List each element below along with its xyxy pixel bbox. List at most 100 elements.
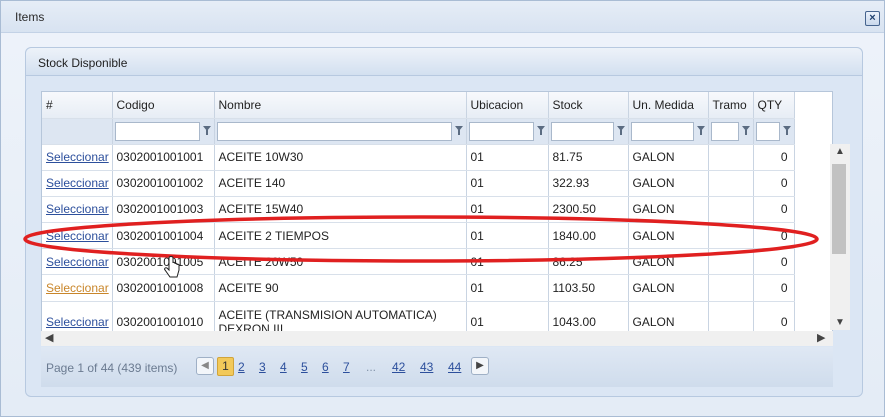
scroll-down-icon[interactable]: ▼	[835, 317, 845, 328]
filter-icon[interactable]	[454, 125, 464, 137]
cell-ubicacion: 01	[466, 248, 549, 276]
page-link-3[interactable]: 3	[259, 360, 266, 374]
filter-cell	[42, 118, 113, 145]
scroll-left-icon[interactable]: ◀	[45, 331, 53, 344]
filter-cell	[708, 118, 754, 145]
column-header[interactable]: Ubicacion	[466, 92, 549, 119]
cell-tramo	[708, 170, 754, 197]
cell-tramo	[708, 196, 754, 224]
cell-action: Seleccionar	[42, 222, 113, 250]
table-row[interactable]: Seleccionar 0302001001002 ACEITE 140 01 322.…	[42, 170, 795, 197]
cell-medida: GALON	[628, 170, 709, 197]
filter-icon[interactable]	[782, 125, 792, 137]
column-header[interactable]: #	[42, 92, 113, 119]
cell-codigo: 0302001001001	[112, 144, 215, 171]
cell-action: Seleccionar	[42, 274, 113, 302]
filter-input[interactable]	[755, 121, 780, 141]
cell-medida: GALON	[628, 274, 709, 302]
cell-action: Seleccionar	[42, 248, 113, 276]
next-page-icon[interactable]: ▶	[471, 357, 489, 375]
column-header[interactable]: Tramo	[708, 92, 754, 119]
column-header[interactable]: Stock	[548, 92, 629, 119]
vertical-scrollbar[interactable]: ▲ ▼	[830, 144, 850, 330]
page-link-44[interactable]: 44	[448, 360, 461, 374]
panel-header: Stock Disponible	[26, 48, 862, 76]
cell-stock: 1103.50	[548, 274, 629, 302]
page-link-43[interactable]: 43	[420, 360, 433, 374]
filter-cell	[548, 118, 629, 145]
page-link-5[interactable]: 5	[301, 360, 308, 374]
column-header[interactable]: QTY	[753, 92, 795, 119]
pager-info: Page 1 of 44 (439 items)	[46, 361, 178, 375]
filter-input[interactable]	[550, 121, 614, 141]
cell-stock: 322.93	[548, 170, 629, 197]
dialog-title: Items	[15, 10, 45, 24]
column-header[interactable]: Un. Medida	[628, 92, 709, 119]
cell-tramo	[708, 222, 754, 250]
cell-nombre: ACEITE 10W30	[214, 144, 467, 171]
filter-cell	[466, 118, 549, 145]
filter-input[interactable]	[710, 121, 739, 141]
cell-codigo: 0302001001004	[112, 222, 215, 250]
scroll-thumb[interactable]	[832, 164, 846, 254]
select-link[interactable]: Seleccionar	[46, 229, 109, 243]
hand-cursor-icon	[164, 256, 180, 278]
filter-icon[interactable]	[696, 125, 706, 137]
scroll-up-icon[interactable]: ▲	[835, 146, 845, 157]
cell-action: Seleccionar	[42, 144, 113, 171]
filter-input[interactable]	[216, 121, 452, 141]
cell-stock: 2300.50	[548, 196, 629, 224]
select-link[interactable]: Seleccionar	[46, 255, 109, 269]
select-link[interactable]: Seleccionar	[46, 176, 109, 190]
prev-page-icon[interactable]: ◀	[196, 357, 214, 375]
select-link[interactable]: Seleccionar	[46, 202, 109, 216]
page-link-4[interactable]: 4	[280, 360, 287, 374]
table-row[interactable]: Seleccionar 0302001001004 ACEITE 2 TIEMPOS…	[42, 222, 795, 250]
filter-icon[interactable]	[536, 125, 546, 137]
filter-cell	[112, 118, 215, 145]
filter-icon[interactable]	[616, 125, 626, 137]
filter-input[interactable]	[468, 121, 534, 141]
items-grid: # Codigo Nombre Ubicacion Stock Un. Medida Tra…	[41, 91, 833, 341]
cell-qty: 0	[753, 222, 795, 250]
select-link[interactable]: Seleccionar	[46, 315, 109, 329]
cell-qty: 0	[753, 196, 795, 224]
table-row[interactable]: Seleccionar 0302001001008 ACEITE 90 01 1103.…	[42, 274, 795, 302]
cell-nombre: ACEITE 90	[214, 274, 467, 302]
cell-codigo: 0302001001003	[112, 196, 215, 224]
select-link[interactable]: Seleccionar	[46, 281, 109, 295]
page-link-42[interactable]: 42	[392, 360, 405, 374]
cell-ubicacion: 01	[466, 196, 549, 224]
filter-input[interactable]	[114, 121, 200, 141]
close-icon[interactable]: ×	[865, 11, 880, 26]
dialog-titlebar[interactable]: Items ×	[1, 1, 884, 33]
cell-ubicacion: 01	[466, 144, 549, 171]
horizontal-scrollbar[interactable]: ◀ ▶	[41, 331, 833, 346]
pager-ellipsis: ...	[366, 360, 377, 374]
cell-stock: 86.25	[548, 248, 629, 276]
cell-medida: GALON	[628, 196, 709, 224]
cell-medida: GALON	[628, 222, 709, 250]
cell-action: Seleccionar	[42, 196, 113, 224]
page-link-2[interactable]: 2	[238, 360, 245, 374]
cell-medida: GALON	[628, 248, 709, 276]
table-row[interactable]: Seleccionar 0302001001005 ACEITE 20W50 01 86…	[42, 248, 795, 276]
page-link-7[interactable]: 7	[343, 360, 350, 374]
cell-nombre: ACEITE 15W40	[214, 196, 467, 224]
cell-tramo	[708, 248, 754, 276]
filter-input[interactable]	[630, 121, 694, 141]
cell-stock: 81.75	[548, 144, 629, 171]
scroll-right-icon[interactable]: ▶	[817, 331, 825, 344]
page-link-6[interactable]: 6	[322, 360, 329, 374]
select-link[interactable]: Seleccionar	[46, 150, 109, 164]
table-row[interactable]: Seleccionar 0302001001003 ACEITE 15W40 01 23…	[42, 196, 795, 224]
items-dialog: Items × Stock Disponible # Codigo Nombre Ub…	[0, 0, 885, 417]
filter-icon[interactable]	[741, 125, 751, 137]
column-header[interactable]: Codigo	[112, 92, 215, 119]
cell-nombre: ACEITE 2 TIEMPOS	[214, 222, 467, 250]
page-link-1[interactable]: 1	[217, 357, 234, 376]
filter-icon[interactable]	[202, 125, 212, 137]
table-row[interactable]: Seleccionar 0302001001001 ACEITE 10W30 01 81…	[42, 144, 795, 171]
column-header[interactable]: Nombre	[214, 92, 467, 119]
cell-ubicacion: 01	[466, 274, 549, 302]
